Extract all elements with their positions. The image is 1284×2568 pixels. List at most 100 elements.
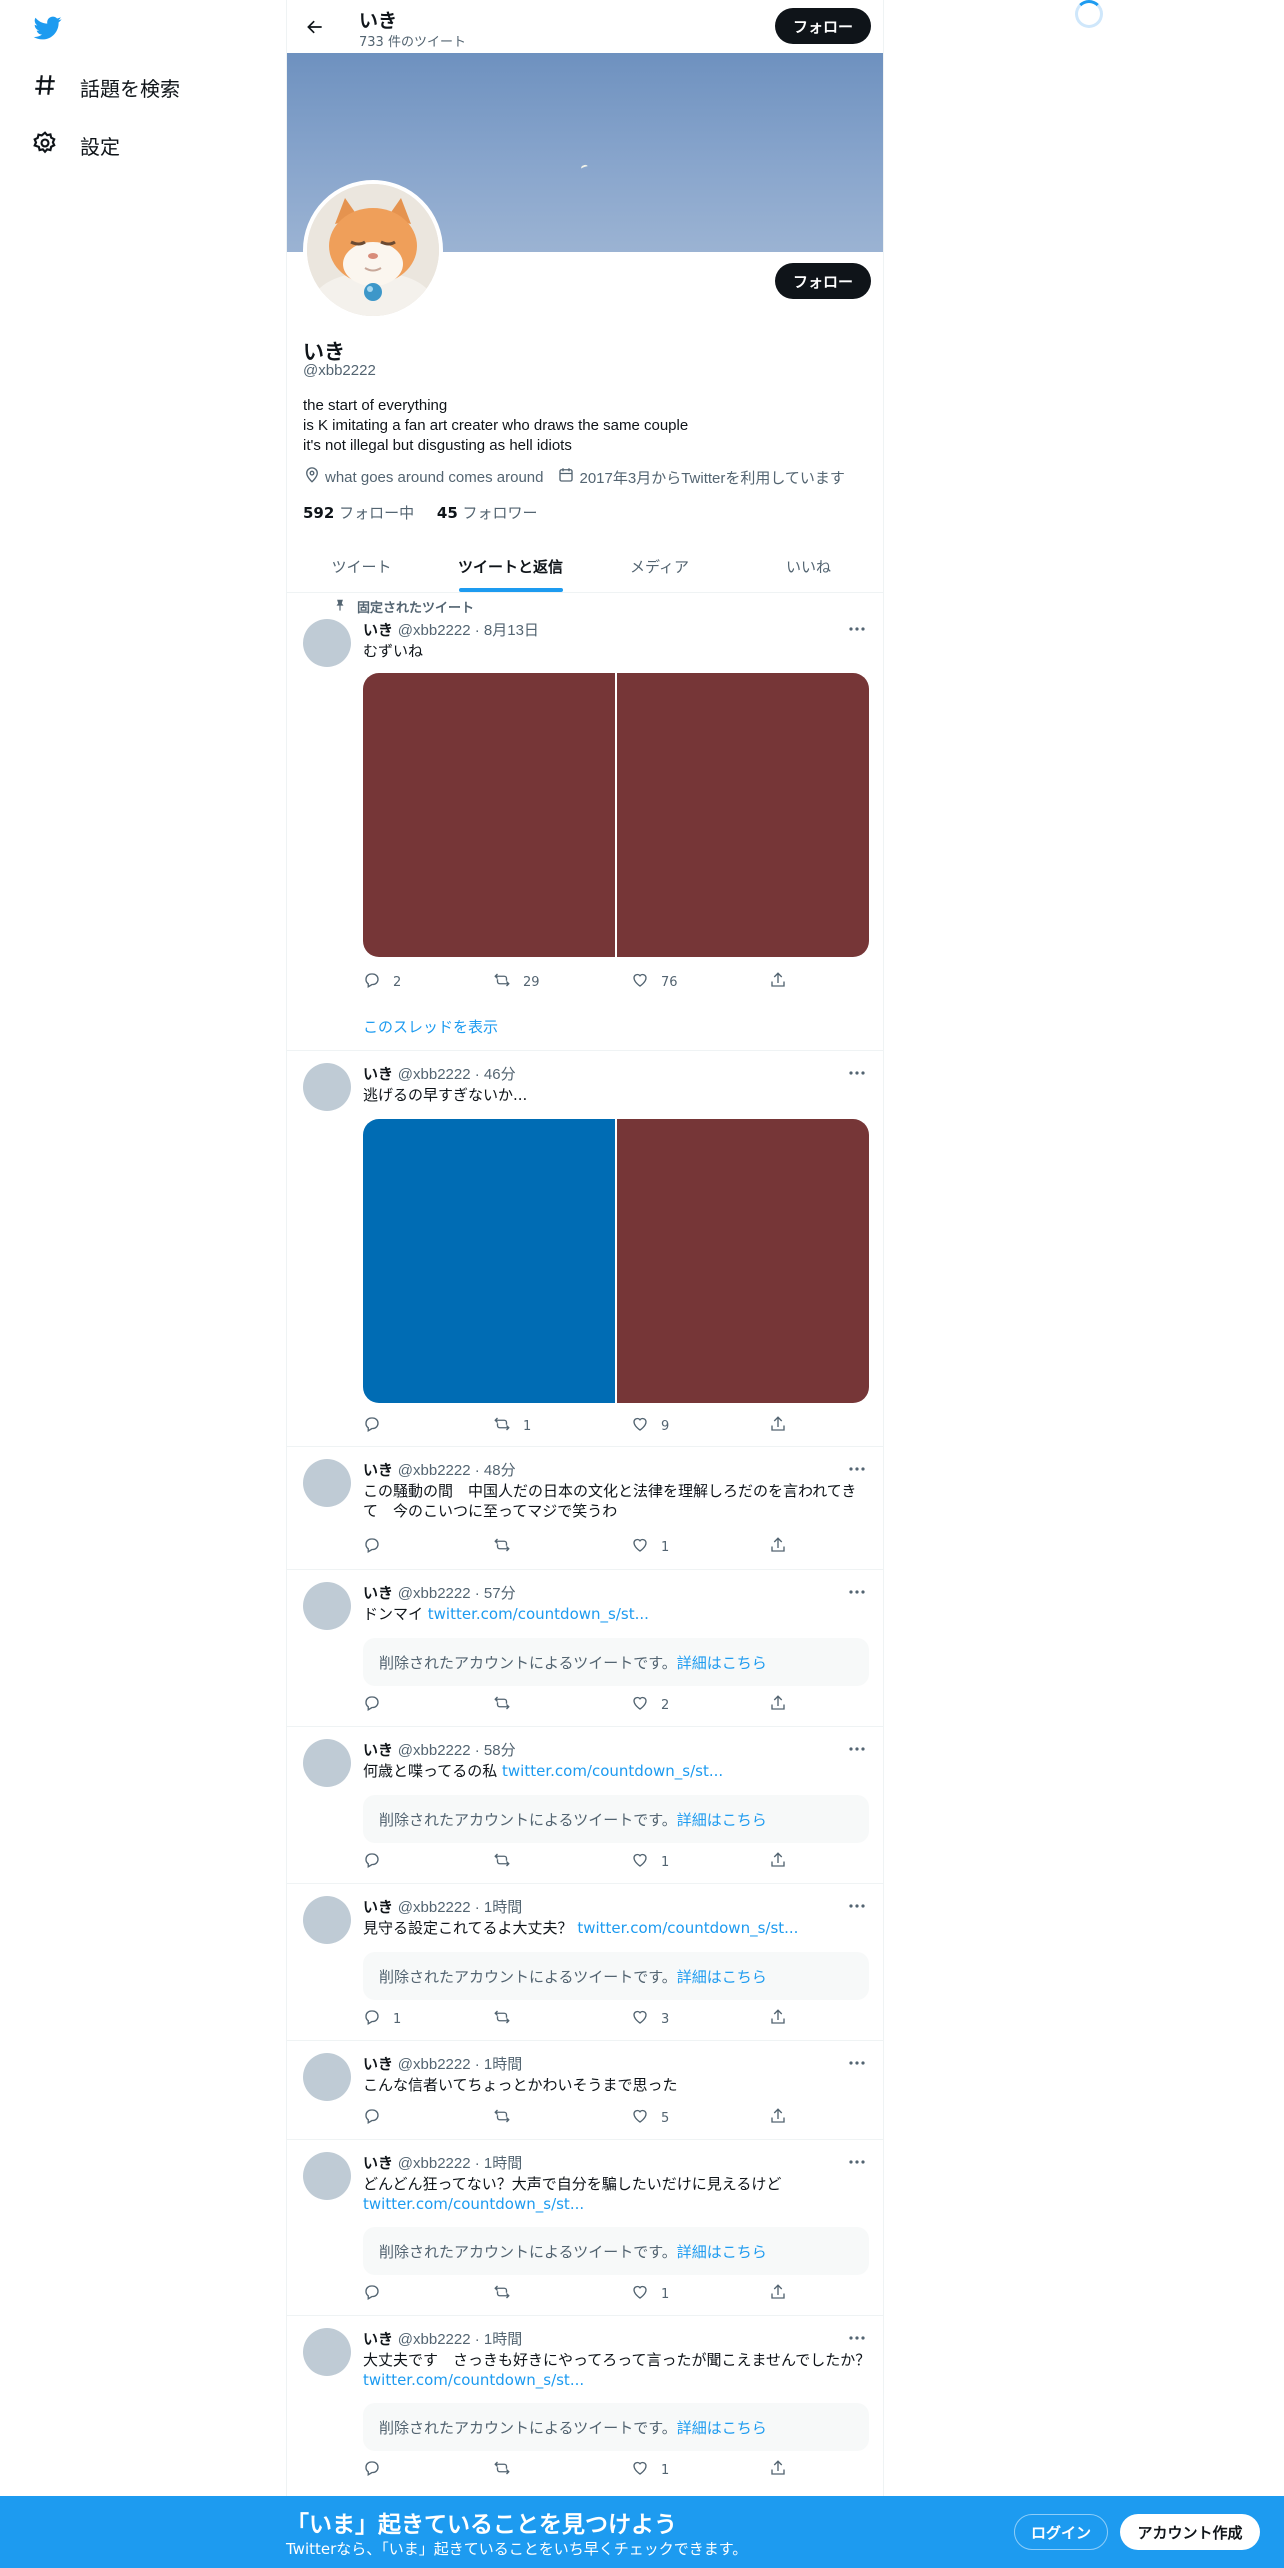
more-options-icon[interactable] [847, 1896, 867, 1916]
media-image[interactable] [617, 1119, 869, 1403]
sidebar-item-explore[interactable]: 話題を検索 [32, 67, 180, 107]
retweet-button[interactable]: 29 [493, 971, 540, 993]
tweet[interactable]: いき @xbb2222 · 1時間 どんどん狂ってない？大声で自分を騙したいだけ… [287, 2140, 883, 2316]
login-button[interactable]: ログイン [1014, 2514, 1108, 2550]
tweet-media[interactable] [363, 1119, 869, 1403]
details-link[interactable]: 詳細はこちら [677, 2417, 767, 2438]
tweet-link[interactable]: twitter.com/countdown_s/st... [363, 2195, 584, 2213]
more-options-icon[interactable] [847, 2053, 867, 2073]
avatar[interactable] [303, 2053, 351, 2101]
share-button[interactable] [769, 1536, 787, 1558]
reply-button[interactable] [363, 1536, 393, 1558]
avatar[interactable] [303, 1896, 351, 1944]
reply-button[interactable] [363, 1851, 393, 1873]
more-options-icon[interactable] [847, 1459, 867, 1479]
tab-likes[interactable]: いいね [734, 540, 883, 592]
like-button[interactable]: 1 [631, 1851, 669, 1873]
more-options-icon[interactable] [847, 2152, 867, 2172]
like-button[interactable]: 5 [631, 2107, 669, 2129]
deleted-quote[interactable]: 削除されたアカウントによるツイートです。 詳細はこちら [363, 2227, 869, 2275]
followers-link[interactable]: 45 フォロワー [437, 504, 538, 522]
deleted-quote[interactable]: 削除されたアカウントによるツイートです。 詳細はこちら [363, 1638, 869, 1686]
more-options-icon[interactable] [847, 1063, 867, 1083]
avatar[interactable] [303, 1063, 351, 1111]
signup-button[interactable]: アカウント作成 [1120, 2514, 1260, 2550]
retweet-button[interactable] [493, 2107, 523, 2129]
deleted-quote[interactable]: 削除されたアカウントによるツイートです。 詳細はこちら [363, 1952, 869, 2000]
avatar[interactable] [303, 1459, 351, 1507]
like-button[interactable]: 3 [631, 2008, 669, 2030]
details-link[interactable]: 詳細はこちら [677, 1652, 767, 1673]
retweet-button[interactable] [493, 1536, 523, 1558]
profile-follow-button[interactable]: フォロー [775, 263, 871, 299]
tweet-link[interactable]: twitter.com/countdown_s/st... [363, 2371, 584, 2389]
reply-button[interactable]: 1 [363, 2008, 401, 2030]
tweet[interactable]: 固定されたツイート いき @xbb2222 · 8月13日 むずいね 2 29 76… [287, 593, 883, 1051]
share-button[interactable] [769, 2459, 787, 2481]
tweet[interactable]: いき @xbb2222 · 1時間 大丈夫です さっきも好きにやってろって言った… [287, 2316, 883, 2496]
profile-avatar[interactable] [303, 180, 443, 320]
tab-tweets-and-replies[interactable]: ツイートと返信 [436, 540, 585, 592]
like-button[interactable]: 9 [631, 1415, 669, 1437]
share-button[interactable] [769, 1851, 787, 1873]
details-link[interactable]: 詳細はこちら [677, 1809, 767, 1830]
share-button[interactable] [769, 971, 787, 993]
tweet[interactable]: いき @xbb2222 · 1時間 こんな信者いてちょっとかわいそうまで思った … [287, 2041, 883, 2140]
retweet-button[interactable] [493, 1851, 523, 1873]
show-thread-link[interactable]: このスレッドを表示 [363, 1016, 498, 1037]
avatar[interactable] [303, 619, 351, 667]
retweet-button[interactable]: 1 [493, 1415, 531, 1437]
like-button[interactable]: 2 [631, 1694, 669, 1716]
share-button[interactable] [769, 1694, 787, 1716]
reply-button[interactable] [363, 1694, 393, 1716]
retweet-button[interactable] [493, 1694, 523, 1716]
tweet-link[interactable]: twitter.com/countdown_s/st... [502, 1762, 723, 1780]
reply-button[interactable] [363, 1415, 393, 1437]
share-button[interactable] [769, 1415, 787, 1437]
tweet[interactable]: いき @xbb2222 · 46分 逃げるの早すぎないか... 19 [287, 1051, 883, 1447]
like-button[interactable]: 1 [631, 2283, 669, 2305]
reply-button[interactable] [363, 2107, 393, 2129]
more-options-icon[interactable] [847, 619, 867, 639]
sidebar-item-settings[interactable]: 設定 [32, 125, 120, 165]
tweet[interactable]: いき @xbb2222 · 58分 何歳と喋ってるの私 twitter.com/… [287, 1727, 883, 1884]
retweet-button[interactable] [493, 2459, 523, 2481]
share-button[interactable] [769, 2107, 787, 2129]
tweet-media[interactable] [363, 673, 869, 957]
retweet-button[interactable] [493, 2283, 523, 2305]
deleted-quote[interactable]: 削除されたアカウントによるツイートです。 詳細はこちら [363, 1795, 869, 1843]
details-link[interactable]: 詳細はこちら [677, 2241, 767, 2262]
header-follow-button[interactable]: フォロー [775, 8, 871, 44]
avatar[interactable] [303, 2328, 351, 2376]
reply-button[interactable] [363, 2459, 393, 2481]
details-link[interactable]: 詳細はこちら [677, 1966, 767, 1987]
like-button[interactable]: 1 [631, 1536, 669, 1558]
avatar[interactable] [303, 2152, 351, 2200]
back-arrow-icon[interactable] [301, 13, 329, 41]
retweet-button[interactable] [493, 2008, 523, 2030]
reply-button[interactable] [363, 2283, 393, 2305]
tab-media[interactable]: メディア [585, 540, 734, 592]
media-image[interactable] [617, 673, 869, 957]
deleted-quote[interactable]: 削除されたアカウントによるツイートです。 詳細はこちら [363, 2403, 869, 2451]
more-options-icon[interactable] [847, 1739, 867, 1759]
following-link[interactable]: 592 フォロー中 [303, 504, 414, 522]
more-options-icon[interactable] [847, 1582, 867, 1602]
like-button[interactable]: 76 [631, 971, 678, 993]
share-button[interactable] [769, 2283, 787, 2305]
tweet-link[interactable]: twitter.com/countdown_s/st... [428, 1605, 649, 1623]
reply-button[interactable]: 2 [363, 971, 401, 993]
more-options-icon[interactable] [847, 2328, 867, 2348]
tweet[interactable]: いき @xbb2222 · 48分 この騒動の間 中国人だの日本の文化と法律を理… [287, 1447, 883, 1570]
share-button[interactable] [769, 2008, 787, 2030]
tab-tweets[interactable]: ツイート [287, 540, 436, 592]
tweet-link[interactable]: twitter.com/countdown_s/st... [577, 1919, 798, 1937]
tweet[interactable]: いき @xbb2222 · 57分 ドンマイ twitter.com/count… [287, 1570, 883, 1727]
avatar[interactable] [303, 1582, 351, 1630]
tweet[interactable]: いき @xbb2222 · 1時間 見守る設定これてるよ大丈夫？ twitter… [287, 1884, 883, 2041]
like-button[interactable]: 1 [631, 2459, 669, 2481]
media-image[interactable] [363, 673, 615, 957]
twitter-bird-icon[interactable] [32, 14, 64, 42]
avatar[interactable] [303, 1739, 351, 1787]
media-image[interactable] [363, 1119, 615, 1403]
